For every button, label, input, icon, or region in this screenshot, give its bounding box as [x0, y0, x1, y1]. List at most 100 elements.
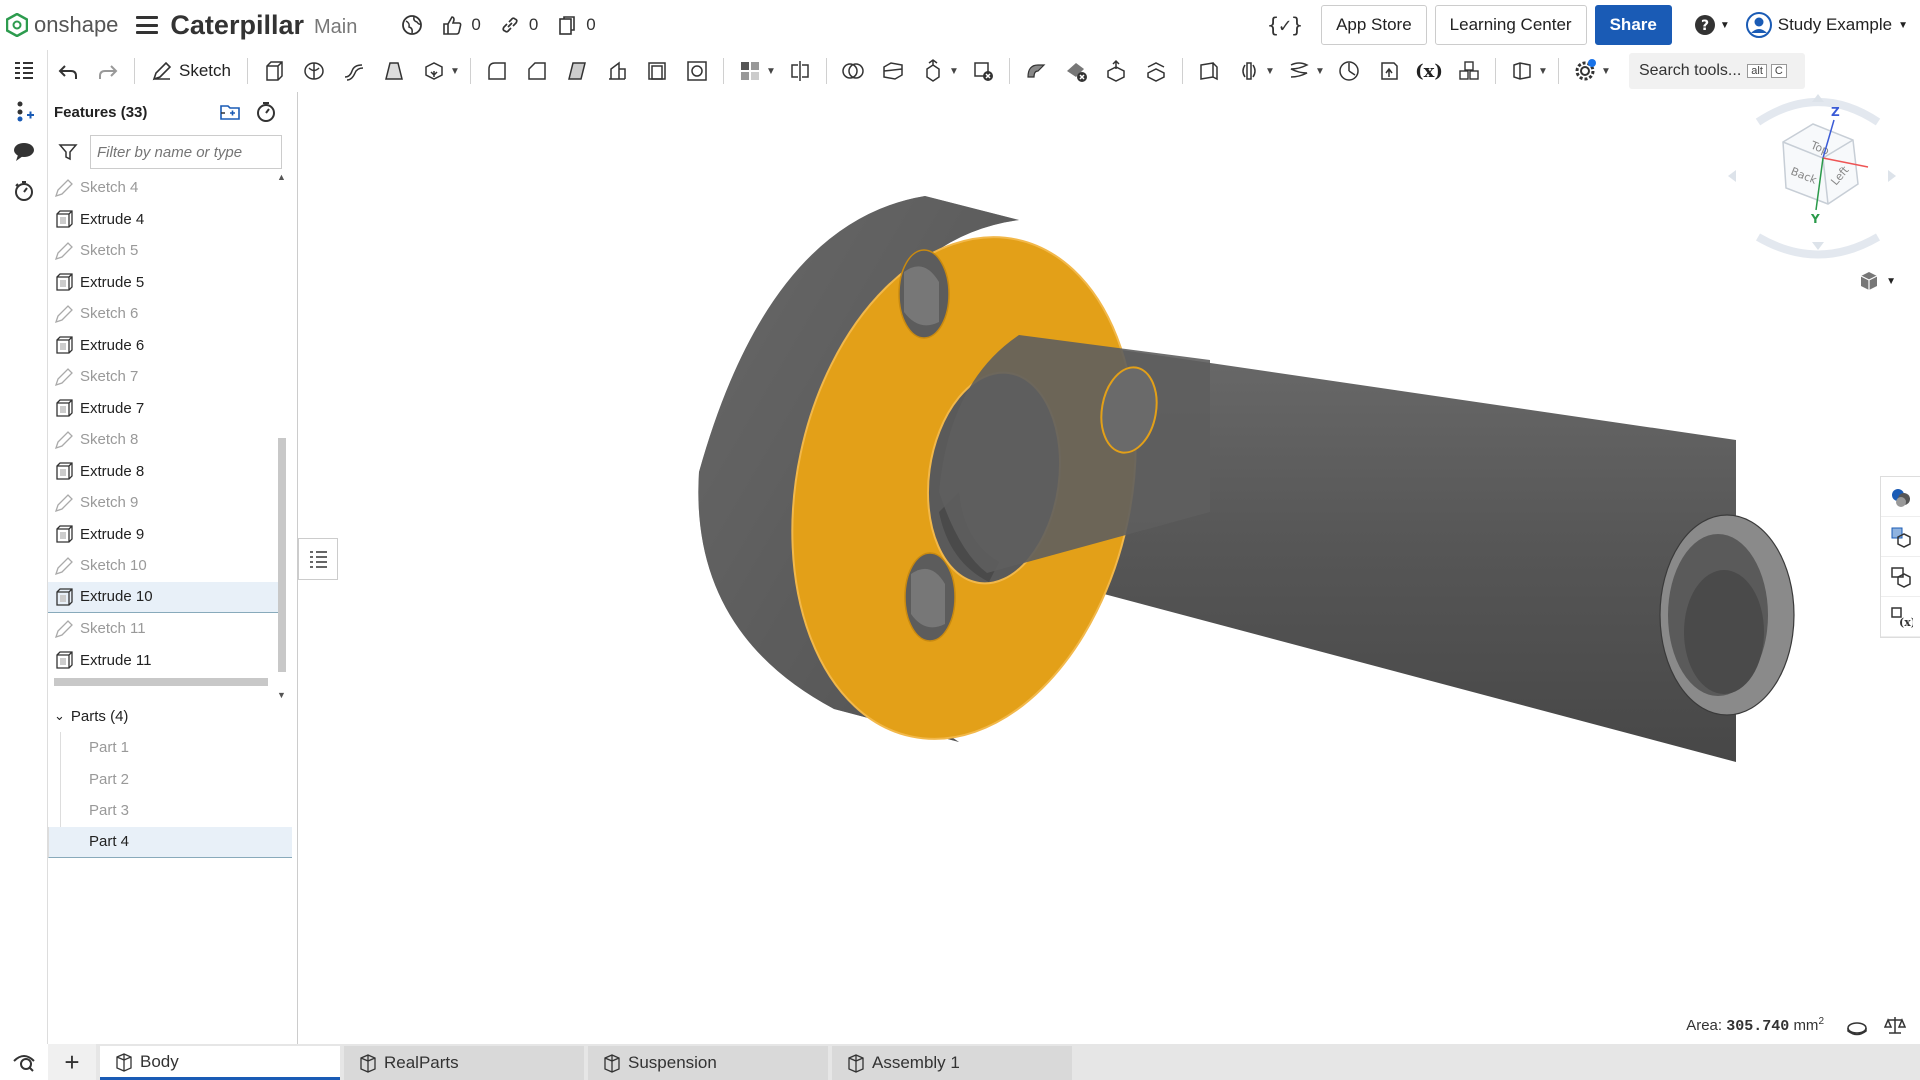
model-canvas[interactable] — [299, 92, 1920, 1044]
feature-list-hscroll[interactable] — [54, 678, 268, 686]
appearance-icon[interactable] — [1881, 477, 1920, 517]
feature-item[interactable]: Sketch 4 — [48, 172, 284, 204]
rollback-timer-icon[interactable] — [255, 101, 277, 123]
filter-input[interactable] — [90, 135, 282, 169]
feature-list-scrollbar[interactable]: ▲ ▼ — [276, 172, 288, 700]
flange-body[interactable] — [698, 196, 1210, 771]
gear-dropdown[interactable]: ▼ — [1601, 66, 1611, 77]
learning-center-button[interactable]: Learning Center — [1434, 5, 1587, 45]
chamfer-icon[interactable] — [524, 58, 550, 84]
part-item[interactable]: Part 2 — [60, 763, 292, 795]
search-tabs-icon[interactable] — [0, 1044, 48, 1080]
user-menu[interactable]: Study Example ▼ — [1745, 12, 1908, 38]
feature-list-icon[interactable] — [0, 51, 48, 91]
replace-face-icon[interactable] — [1143, 58, 1169, 84]
loft-icon[interactable] — [381, 58, 407, 84]
feature-item[interactable]: Extrude 7 — [48, 393, 284, 425]
globe-icon[interactable] — [401, 14, 423, 36]
thicken-icon[interactable] — [421, 58, 447, 84]
scroll-up-arrow[interactable]: ▲ — [277, 172, 286, 182]
tab-realparts[interactable]: RealParts — [344, 1046, 584, 1080]
delete-face-icon[interactable] — [1063, 58, 1089, 84]
tab-assembly-1[interactable]: Assembly 1 — [832, 1046, 1072, 1080]
feature-item[interactable]: Sketch 9 — [48, 487, 284, 519]
feature-item[interactable]: Extrude 6 — [48, 330, 284, 362]
transform-icon[interactable] — [920, 58, 946, 84]
onshape-logo[interactable]: onshape — [6, 12, 118, 38]
filter-icon[interactable] — [58, 142, 78, 162]
custom-features-icon[interactable]: {✓} — [1267, 13, 1303, 37]
variables-table-icon[interactable]: (x) — [1881, 597, 1920, 637]
plane-icon[interactable] — [1196, 58, 1222, 84]
variable-icon[interactable]: (x) — [1415, 58, 1443, 84]
feature-item[interactable]: Extrude 11 — [48, 645, 284, 677]
helix-dropdown[interactable]: ▼ — [1315, 66, 1325, 77]
feature-item[interactable]: Extrude 9 — [48, 519, 284, 551]
rib-icon[interactable] — [604, 58, 630, 84]
move-face-icon[interactable] — [1103, 58, 1129, 84]
scroll-down-arrow[interactable]: ▼ — [277, 690, 286, 700]
app-store-button[interactable]: App Store — [1321, 5, 1427, 45]
parts-header[interactable]: ⌄ Parts (4) — [48, 700, 292, 732]
scroll-thumb[interactable] — [278, 438, 286, 672]
feature-item[interactable]: Sketch 6 — [48, 298, 284, 330]
balance-icon[interactable] — [1883, 1014, 1907, 1041]
redo-icon[interactable] — [95, 58, 121, 84]
comment-icon[interactable] — [0, 131, 48, 171]
add-folder-icon[interactable] — [219, 101, 241, 121]
links-button[interactable]: 0 — [499, 14, 538, 36]
extrude-icon[interactable] — [261, 58, 287, 84]
feature-item[interactable]: Extrude 10 — [48, 581, 284, 613]
thicken-dropdown[interactable]: ▼ — [450, 66, 460, 77]
modify-fillet-icon[interactable] — [1023, 58, 1049, 84]
feature-item[interactable]: Sketch 5 — [48, 235, 284, 267]
view-cube[interactable]: Top Left Back Z Y — [1728, 92, 1908, 262]
mate-connector-icon[interactable] — [1236, 58, 1262, 84]
document-branch[interactable]: Main — [314, 16, 357, 39]
split-icon[interactable] — [880, 58, 906, 84]
part-item[interactable]: Part 1 — [60, 732, 292, 764]
configurations-icon[interactable] — [1881, 557, 1920, 597]
part-item[interactable]: Part 4 — [48, 826, 292, 858]
insert-icon[interactable] — [0, 91, 48, 131]
view-options-icon[interactable]: ▼ — [1858, 270, 1896, 292]
undo-icon[interactable] — [55, 58, 81, 84]
mass-properties-icon[interactable] — [1881, 517, 1920, 557]
feature-item[interactable]: Extrude 5 — [48, 267, 284, 299]
fillet-icon[interactable] — [484, 58, 510, 84]
graphics-viewport[interactable]: Top Left Back Z Y ▼ — [299, 92, 1920, 1044]
document-title[interactable]: Caterpillar — [170, 10, 304, 41]
share-button[interactable]: Share — [1594, 5, 1672, 45]
helix-icon[interactable] — [1286, 58, 1312, 84]
gear-icon[interactable] — [1572, 58, 1598, 84]
menu-icon[interactable] — [136, 16, 159, 34]
measure-icon[interactable] — [1846, 1016, 1868, 1041]
like-button[interactable]: 0 — [441, 14, 481, 36]
tab-suspension[interactable]: Suspension — [588, 1046, 828, 1080]
revolve-icon[interactable] — [301, 58, 327, 84]
derived-icon[interactable] — [1376, 58, 1402, 84]
shell-icon[interactable] — [644, 58, 670, 84]
composite-part-icon[interactable] — [1456, 58, 1482, 84]
transform-dropdown[interactable]: ▼ — [949, 66, 959, 77]
search-tools-input[interactable]: Search tools... alt C — [1628, 53, 1805, 89]
mirror-icon[interactable] — [787, 58, 813, 84]
pattern-dropdown[interactable]: ▼ — [766, 66, 776, 77]
hole-icon[interactable] — [684, 58, 710, 84]
mate-connector-dropdown[interactable]: ▼ — [1265, 66, 1275, 77]
feature-item[interactable]: Sketch 8 — [48, 424, 284, 456]
pattern-icon[interactable] — [737, 58, 763, 84]
feature-item[interactable]: Sketch 7 — [48, 361, 284, 393]
feature-item[interactable]: Extrude 4 — [48, 204, 284, 236]
tab-body[interactable]: Body — [100, 1046, 340, 1080]
draft-icon[interactable] — [564, 58, 590, 84]
sheet-metal-model-icon[interactable] — [1509, 58, 1535, 84]
feature-item[interactable]: Extrude 8 — [48, 456, 284, 488]
part-item[interactable]: Part 3 — [60, 795, 292, 827]
sketch-button[interactable]: Sketch — [141, 60, 241, 82]
sweep-icon[interactable] — [341, 58, 367, 84]
feature-item[interactable]: Sketch 11 — [48, 613, 284, 645]
boolean-icon[interactable] — [840, 58, 866, 84]
delete-part-icon[interactable] — [970, 58, 996, 84]
chevron-down-icon[interactable]: ⌄ — [54, 708, 65, 724]
